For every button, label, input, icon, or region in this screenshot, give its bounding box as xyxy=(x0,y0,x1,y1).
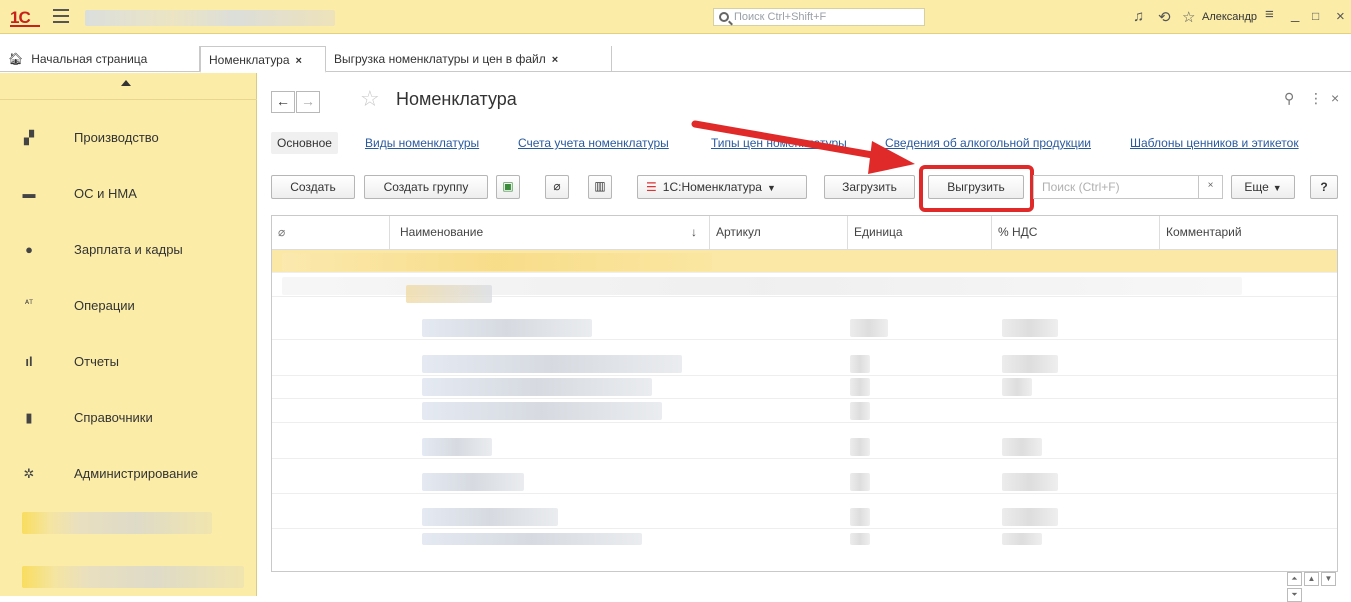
annotation-arrow xyxy=(691,120,915,174)
